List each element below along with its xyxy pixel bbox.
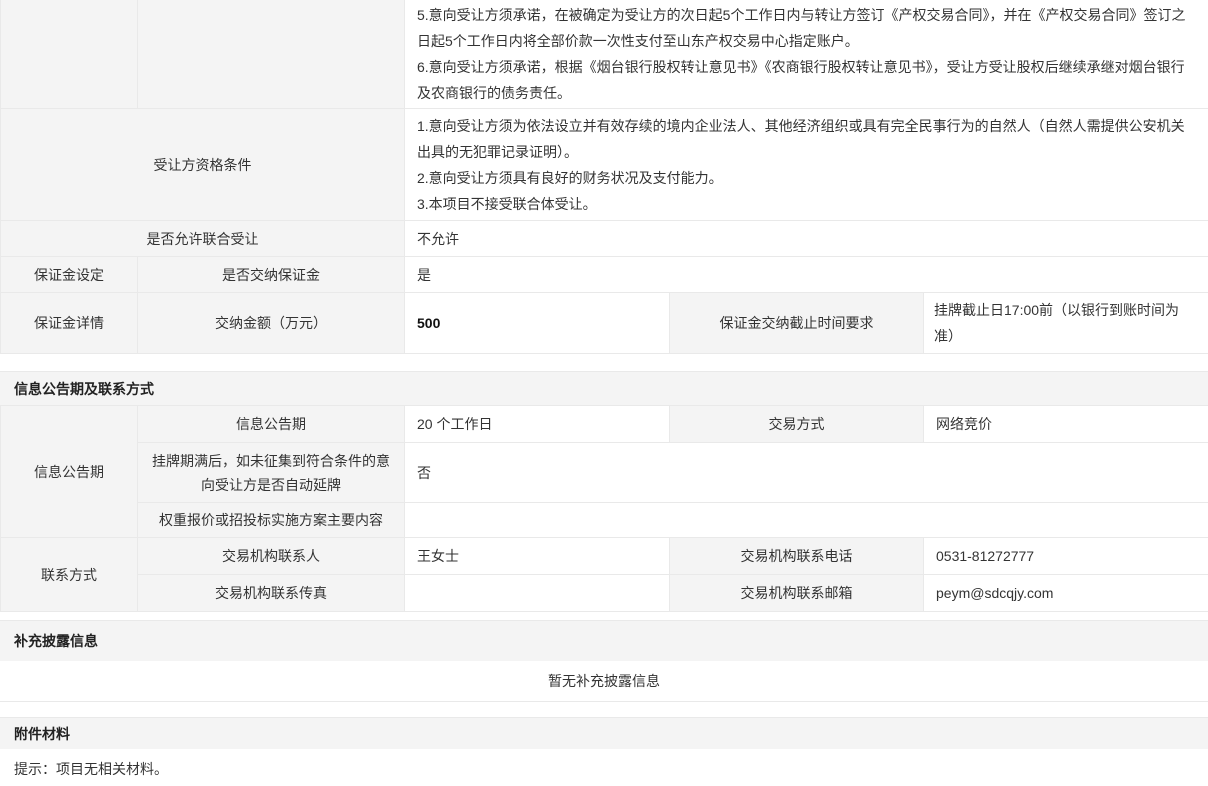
listing-detail-page: 5.意向受让方须承诺，在被确定为受让方的次日起5个工作日内与转让方签订《产权交易… — [0, 0, 1208, 786]
deposit-deadline-value: 挂牌截止日17:00前（以银行到账时间为准） — [924, 293, 1208, 354]
attachments-content-row: 提示：项目无相关材料。 — [0, 749, 1208, 786]
joint-transfer-value: 不允许 — [405, 221, 1208, 257]
attachments-section-header: 附件材料 — [0, 717, 1208, 749]
contact-person-value: 王女士 — [405, 538, 670, 575]
qualification-label: 受让方资格条件 — [1, 109, 405, 221]
period-group-label: 信息公告期 — [1, 406, 138, 538]
qualification-row: 受让方资格条件 1.意向受让方须为依法设立并有效存续的境内企业法人、其他经济组织… — [1, 109, 1208, 221]
deposit-amount-value: 500 — [405, 293, 670, 354]
section-gap — [0, 354, 1208, 371]
commitment-label-cell-empty — [138, 0, 405, 109]
contact-group-label: 联系方式 — [1, 538, 138, 612]
period-label: 信息公告期 — [138, 406, 405, 443]
trade-method-value: 网络竞价 — [924, 406, 1208, 443]
deposit-setting-group-label: 保证金设定 — [1, 257, 138, 293]
qualification-content-cell: 1.意向受让方须为依法设立并有效存续的境内企业法人、其他经济组织或具有完全民事行… — [405, 109, 1208, 221]
joint-transfer-row: 是否允许联合受让 不允许 — [1, 221, 1208, 257]
supplement-content-row: 暂无补充披露信息 — [0, 661, 1208, 702]
contact-person-row: 联系方式 交易机构联系人 王女士 交易机构联系电话 0531-81272777 — [1, 538, 1208, 575]
deposit-detail-row: 保证金详情 交纳金额（万元） 500 保证金交纳截止时间要求 挂牌截止日17:0… — [1, 293, 1208, 354]
contact-fax-row: 交易机构联系传真 交易机构联系邮箱 peym@sdcqjy.com — [1, 575, 1208, 612]
auto-extend-label: 挂牌期满后，如未征集到符合条件的意向受让方是否自动延牌 — [138, 443, 405, 503]
period-row: 信息公告期 信息公告期 20 个工作日 交易方式 网络竞价 — [1, 406, 1208, 443]
contact-person-label: 交易机构联系人 — [138, 538, 405, 575]
supplement-section-header: 补充披露信息 — [0, 620, 1208, 661]
deposit-setting-row: 保证金设定 是否交纳保证金 是 — [1, 257, 1208, 293]
deposit-required-value: 是 — [405, 257, 1208, 293]
supplement-content-text: 暂无补充披露信息 — [548, 671, 660, 691]
bid-plan-row: 权重报价或招投标实施方案主要内容 — [1, 503, 1208, 538]
attachments-section-title: 附件材料 — [14, 724, 70, 744]
commitment-item-5: 5.意向受让方须承诺，在被确定为受让方的次日起5个工作日内与转让方签订《产权交易… — [417, 2, 1196, 54]
deposit-required-label: 是否交纳保证金 — [138, 257, 405, 293]
joint-transfer-label: 是否允许联合受让 — [1, 221, 405, 257]
contact-email-label: 交易机构联系邮箱 — [670, 575, 924, 612]
qualification-item-3: 3.本项目不接受联合体受让。 — [417, 191, 1196, 217]
announcement-contact-table: 信息公告期 信息公告期 20 个工作日 交易方式 网络竞价 挂牌期满后，如未征集… — [0, 405, 1208, 612]
bid-plan-label: 权重报价或招投标实施方案主要内容 — [138, 503, 405, 538]
period-value: 20 个工作日 — [405, 406, 670, 443]
announcement-section-header: 信息公告期及联系方式 — [0, 371, 1208, 405]
attachments-content-text: 提示：项目无相关材料。 — [14, 759, 168, 779]
qualification-item-2: 2.意向受让方须具有良好的财务状况及支付能力。 — [417, 165, 1196, 191]
bid-plan-value — [405, 503, 1208, 538]
contact-fax-value — [405, 575, 670, 612]
contact-fax-label: 交易机构联系传真 — [138, 575, 405, 612]
auto-extend-row: 挂牌期满后，如未征集到符合条件的意向受让方是否自动延牌 否 — [1, 443, 1208, 503]
contact-phone-label: 交易机构联系电话 — [670, 538, 924, 575]
deposit-detail-group-label: 保证金详情 — [1, 293, 138, 354]
section-gap — [0, 612, 1208, 620]
deposit-amount-label: 交纳金额（万元） — [138, 293, 405, 354]
section-gap — [0, 702, 1208, 717]
commitment-item-6: 6.意向受让方须承诺，根据《烟台银行股权转让意见书》《农商银行股权转让意见书》，… — [417, 54, 1196, 106]
commitment-content-cell: 5.意向受让方须承诺，在被确定为受让方的次日起5个工作日内与转让方签订《产权交易… — [405, 0, 1208, 109]
trade-method-label: 交易方式 — [670, 406, 924, 443]
commitment-group-cell-empty — [1, 0, 138, 109]
transfer-terms-table: 5.意向受让方须承诺，在被确定为受让方的次日起5个工作日内与转让方签订《产权交易… — [0, 0, 1208, 354]
commitment-row: 5.意向受让方须承诺，在被确定为受让方的次日起5个工作日内与转让方签订《产权交易… — [1, 0, 1208, 109]
announcement-section-title: 信息公告期及联系方式 — [14, 379, 154, 399]
auto-extend-value: 否 — [405, 443, 1208, 503]
deposit-deadline-label: 保证金交纳截止时间要求 — [670, 293, 924, 354]
qualification-item-1: 1.意向受让方须为依法设立并有效存续的境内企业法人、其他经济组织或具有完全民事行… — [417, 113, 1196, 165]
contact-email-value: peym@sdcqjy.com — [924, 575, 1208, 612]
supplement-section-title: 补充披露信息 — [14, 631, 98, 651]
contact-phone-value: 0531-81272777 — [924, 538, 1208, 575]
